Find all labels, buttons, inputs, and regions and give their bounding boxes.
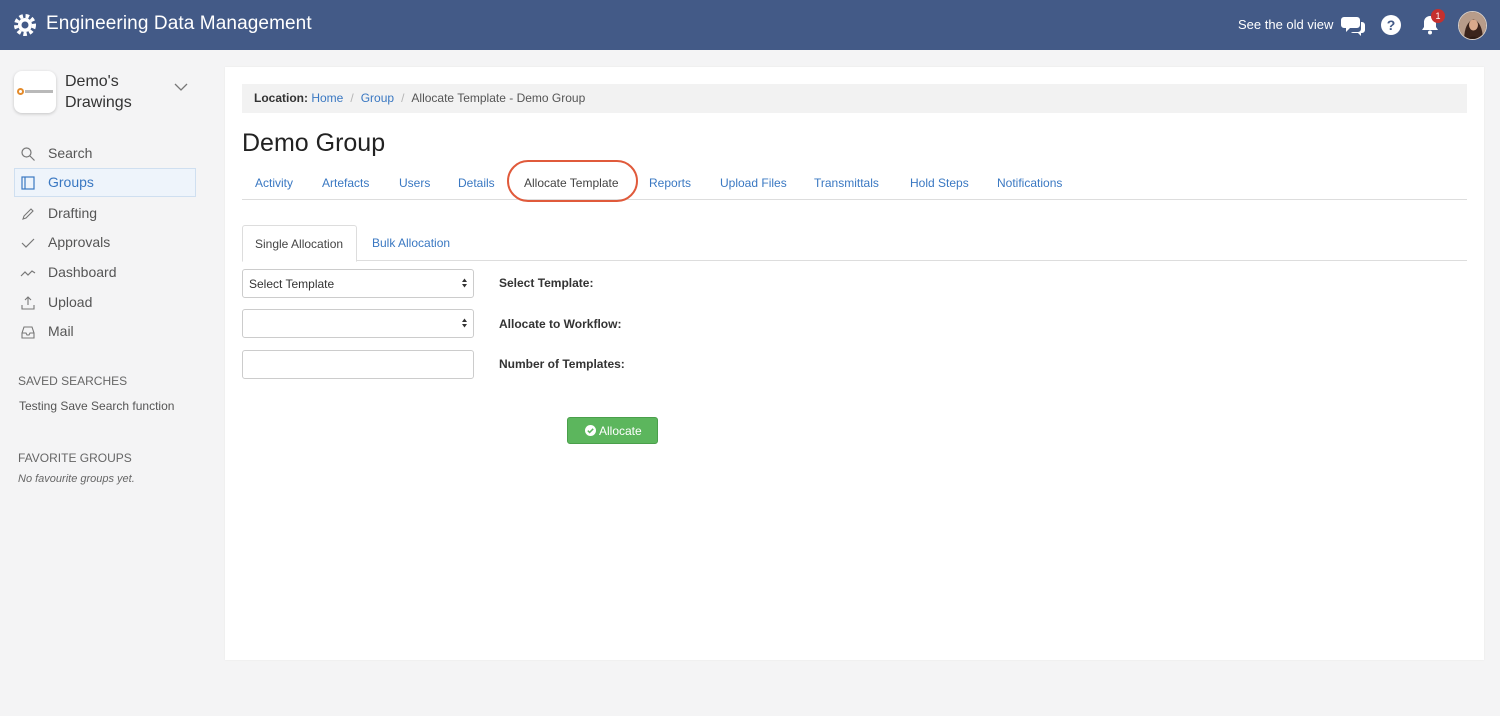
- sidebar-item-label: Drafting: [48, 205, 98, 221]
- chat-icon[interactable]: [1341, 12, 1367, 38]
- notification-count-badge: 1: [1431, 9, 1445, 23]
- sidebar-item-mail[interactable]: Mail: [14, 317, 196, 346]
- sidebar: Demo's Drawings Search Groups Drafting A…: [0, 50, 225, 716]
- breadcrumb-group-link[interactable]: Group: [361, 91, 394, 105]
- allocate-to-workflow-label: Allocate to Workflow:: [499, 317, 622, 331]
- sidebar-item-approvals[interactable]: Approvals: [14, 228, 196, 257]
- allocation-subtabs: Single Allocation Bulk Allocation: [242, 225, 1467, 262]
- sidebar-item-drafting[interactable]: Drafting: [14, 199, 196, 228]
- tab-hold-steps[interactable]: Hold Steps: [910, 176, 969, 190]
- tab-notifications[interactable]: Notifications: [997, 176, 1062, 190]
- breadcrumb-current: Allocate Template - Demo Group: [411, 91, 586, 105]
- number-of-templates-label: Number of Templates:: [499, 357, 625, 371]
- sidebar-item-upload[interactable]: Upload: [14, 288, 196, 317]
- template-select[interactable]: Select Template: [242, 269, 474, 298]
- sidebar-item-dashboard[interactable]: Dashboard: [14, 258, 196, 287]
- favorite-groups-heading: FAVORITE GROUPS: [18, 451, 132, 465]
- help-icon[interactable]: ?: [1378, 12, 1404, 38]
- tab-upload-files[interactable]: Upload Files: [720, 176, 787, 190]
- highlight-annotation-ring: [507, 160, 638, 202]
- sidebar-item-label: Groups: [48, 174, 94, 190]
- number-of-templates-input[interactable]: [242, 350, 474, 379]
- page-title: Demo Group: [242, 129, 386, 157]
- chevron-down-icon[interactable]: [174, 82, 188, 92]
- select-template-label: Select Template:: [499, 276, 594, 290]
- tab-users[interactable]: Users: [399, 176, 430, 190]
- book-icon: [21, 176, 35, 190]
- sidebar-item-label: Dashboard: [48, 264, 117, 280]
- user-avatar[interactable]: [1458, 11, 1487, 40]
- tab-artefacts[interactable]: Artefacts: [322, 176, 369, 190]
- sidebar-item-label: Upload: [48, 294, 93, 310]
- sidebar-item-label: Search: [48, 145, 93, 161]
- sidebar-item-label: Mail: [48, 323, 74, 339]
- main-content-card: Location: Home / Group / Allocate Template -…: [225, 67, 1484, 660]
- saved-search-item[interactable]: Testing Save Search function: [19, 399, 174, 413]
- allocate-button[interactable]: Allocate: [567, 417, 658, 444]
- tab-reports[interactable]: Reports: [649, 176, 691, 190]
- subtab-single-allocation[interactable]: Single Allocation: [242, 225, 357, 262]
- workflow-select[interactable]: [242, 309, 474, 338]
- breadcrumb-home-link[interactable]: Home: [311, 91, 343, 105]
- saved-searches-heading: SAVED SEARCHES: [18, 374, 128, 388]
- allocate-button-label: Allocate: [599, 424, 642, 438]
- group-tabs: Activity Artefacts Users Details Allocat…: [242, 160, 1467, 202]
- breadcrumb-prefix: Location:: [254, 91, 308, 105]
- top-navigation-bar: Engineering Data Management See the old …: [0, 0, 1500, 50]
- tab-activity[interactable]: Activity: [255, 176, 293, 190]
- see-old-view-link[interactable]: See the old view: [1238, 17, 1333, 32]
- checkmark-icon: [21, 238, 35, 248]
- inbox-icon: [21, 326, 35, 339]
- sidebar-item-search[interactable]: Search: [14, 139, 196, 168]
- search-icon: [21, 147, 35, 161]
- pencil-icon: [22, 208, 34, 220]
- workspace-name[interactable]: Demo's Drawings: [65, 71, 175, 113]
- sidebar-item-groups[interactable]: Groups: [14, 168, 196, 197]
- sidebar-item-label: Approvals: [48, 234, 111, 250]
- favorite-groups-empty-text: No favourite groups yet.: [18, 473, 135, 485]
- select-arrows-icon: [462, 318, 467, 328]
- breadcrumb: Location: Home / Group / Allocate Template -…: [242, 84, 1467, 113]
- app-title[interactable]: Engineering Data Management: [46, 13, 312, 35]
- upload-icon: [21, 296, 35, 310]
- breadcrumb-separator: /: [350, 91, 354, 105]
- select-arrows-icon: [462, 278, 467, 288]
- workspace-logo[interactable]: [14, 71, 56, 113]
- template-select-value: Select Template: [249, 277, 335, 291]
- tab-transmittals[interactable]: Transmittals: [814, 176, 879, 190]
- svg-text:?: ?: [1387, 17, 1396, 33]
- breadcrumb-separator: /: [401, 91, 405, 105]
- check-circle-icon: [585, 425, 596, 436]
- gear-logo-icon[interactable]: [12, 12, 38, 38]
- tab-details[interactable]: Details: [458, 176, 495, 190]
- subtab-bulk-allocation[interactable]: Bulk Allocation: [360, 225, 462, 261]
- line-chart-icon: [20, 270, 36, 277]
